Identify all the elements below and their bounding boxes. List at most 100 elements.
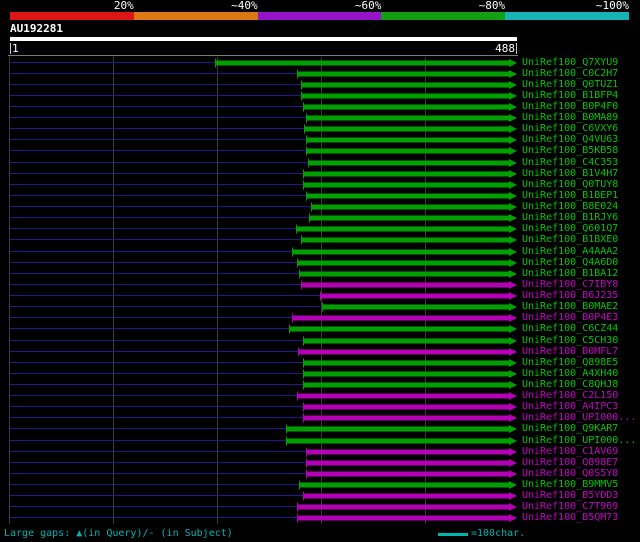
hit-label[interactable]: UniRef100_B8E024: [522, 202, 618, 212]
hit-label[interactable]: UniRef100_Q9KAR7: [522, 424, 618, 434]
hit-bar[interactable]: [291, 315, 509, 321]
identity-scale-labels: 20% ~40% ~60% ~80% ~100%: [10, 0, 629, 11]
hit-bar[interactable]: [286, 426, 509, 432]
right-axis-tick: [516, 43, 517, 54]
hit-bar[interactable]: [303, 415, 509, 421]
alignment-row: UniRef100_B0P4E3: [0, 313, 640, 324]
hit-bar[interactable]: [291, 249, 509, 255]
hit-bar[interactable]: [306, 137, 509, 143]
hit-label[interactable]: UniRef100_C0C2H7: [522, 68, 618, 79]
hit-label[interactable]: UniRef100_A4IPC3: [522, 402, 618, 412]
hit-label[interactable]: UniRef100_C2L150: [522, 391, 618, 401]
hit-start-tick: [303, 369, 304, 379]
hit-bar[interactable]: [321, 304, 509, 310]
hit-bar[interactable]: [297, 349, 509, 355]
hit-arrowhead: [509, 125, 517, 134]
hit-label[interactable]: UniRef100_Q898E5: [522, 357, 618, 368]
hit-bar[interactable]: [303, 182, 509, 188]
hit-label[interactable]: UniRef100_UPI000...: [522, 435, 636, 446]
hit-label[interactable]: UniRef100_B1V4H7: [522, 168, 618, 179]
hit-bar[interactable]: [296, 504, 509, 510]
hit-label[interactable]: UniRef100_B0MAE2: [522, 302, 618, 312]
hit-bar[interactable]: [296, 71, 509, 77]
hit-bar[interactable]: [303, 360, 509, 366]
hit-bar[interactable]: [306, 148, 509, 154]
hit-label[interactable]: UniRef100_B1BXE0: [522, 235, 618, 245]
hit-arrowhead: [509, 292, 517, 301]
hit-bar[interactable]: [300, 82, 509, 88]
hit-bar[interactable]: [306, 115, 509, 121]
hit-label[interactable]: UniRef100_C7IBY8: [522, 279, 618, 290]
hit-bar[interactable]: [296, 515, 509, 521]
hit-label[interactable]: UniRef100_B5KB58: [522, 146, 618, 156]
hit-label[interactable]: UniRef100_B5QM73: [522, 513, 618, 523]
hit-label[interactable]: UniRef100_C5CH30: [522, 335, 618, 346]
hit-start-tick: [306, 113, 308, 123]
hit-bar[interactable]: [303, 371, 509, 377]
hit-label[interactable]: UniRef100_B9MMV5: [522, 480, 618, 490]
hit-bar[interactable]: [309, 215, 509, 221]
alignment-row: UniRef100_B1V4H7: [0, 168, 640, 179]
hit-bar[interactable]: [303, 338, 509, 344]
hit-label[interactable]: UniRef100_C6VXY6: [522, 124, 618, 134]
hit-bar[interactable]: [303, 171, 509, 177]
hit-bar[interactable]: [296, 260, 509, 266]
hit-bar[interactable]: [306, 460, 509, 466]
hit-bar[interactable]: [306, 471, 509, 477]
hit-bar[interactable]: [296, 393, 509, 399]
hit-label[interactable]: UniRef100_Q4A6D0: [522, 257, 618, 268]
hit-label[interactable]: UniRef100_B1BFP4: [522, 90, 618, 101]
hit-bar[interactable]: [303, 404, 509, 410]
hit-label[interactable]: UniRef100_Q898E7: [522, 457, 618, 468]
hit-bar[interactable]: [300, 93, 509, 99]
alignment-row: UniRef100_B5KB58: [0, 146, 640, 157]
hit-start-tick: [291, 247, 293, 257]
hit-start-tick: [303, 169, 304, 179]
hit-label[interactable]: UniRef100_C6CZ44: [522, 324, 618, 334]
hit-label[interactable]: UniRef100_B0MA89: [522, 113, 618, 123]
hit-label[interactable]: UniRef100_B0MFL7: [522, 346, 618, 357]
hit-label[interactable]: UniRef100_B5YDD3: [522, 491, 618, 501]
hit-bar[interactable]: [289, 326, 509, 332]
hit-label[interactable]: UniRef100_B1RJY6: [522, 213, 618, 223]
hit-bar[interactable]: [306, 193, 509, 199]
hit-bar[interactable]: [303, 382, 509, 388]
hit-label[interactable]: UniRef100_B1BEP1: [522, 190, 618, 201]
hit-label[interactable]: UniRef100_B6J235: [522, 291, 618, 301]
identity-scale-label: ~60%: [354, 0, 382, 12]
hit-label[interactable]: UniRef100_Q7XYU9: [522, 57, 618, 68]
hit-start-tick: [304, 124, 306, 134]
hit-label[interactable]: UniRef100_C1AV69: [522, 446, 618, 457]
hit-label[interactable]: UniRef100_Q601Q7: [522, 224, 618, 234]
hit-bar[interactable]: [304, 126, 509, 132]
hit-bar[interactable]: [303, 493, 509, 499]
hit-bar[interactable]: [300, 282, 509, 288]
hit-label[interactable]: UniRef100_C7T969: [522, 502, 618, 512]
hit-bar[interactable]: [308, 160, 509, 166]
hit-bar[interactable]: [300, 237, 509, 243]
hit-label[interactable]: UniRef100_B1BA12: [522, 268, 618, 279]
hit-bar[interactable]: [306, 449, 509, 455]
hit-label[interactable]: UniRef100_B0P4E3: [522, 313, 618, 323]
hit-bar[interactable]: [298, 482, 509, 488]
hit-bar[interactable]: [298, 271, 509, 277]
hit-bar[interactable]: [295, 226, 509, 232]
hit-label[interactable]: UniRef100_C8QHJ8: [522, 379, 618, 390]
hit-bar[interactable]: [303, 104, 509, 110]
hit-bar[interactable]: [214, 60, 509, 66]
hit-arrowhead: [509, 58, 517, 67]
hit-bar[interactable]: [311, 204, 509, 210]
hit-label[interactable]: UniRef100_Q0S5Y8: [522, 468, 618, 479]
hit-label[interactable]: UniRef100_B0P4F0: [522, 102, 618, 112]
hit-arrowhead: [509, 80, 517, 89]
hit-start-tick: [306, 458, 308, 468]
hit-bar[interactable]: [319, 293, 509, 299]
hit-bar[interactable]: [286, 438, 509, 444]
hit-label[interactable]: UniRef100_A4AAA2: [522, 246, 618, 257]
hit-label[interactable]: UniRef100_UPI000...: [522, 413, 636, 423]
hit-label[interactable]: UniRef100_Q0TUY8: [522, 179, 618, 190]
hit-label[interactable]: UniRef100_A4XH40: [522, 368, 618, 379]
hit-label[interactable]: UniRef100_Q4VU63: [522, 135, 618, 145]
hit-label[interactable]: UniRef100_C4C353: [522, 157, 618, 168]
hit-label[interactable]: UniRef100_Q0TUZ1: [522, 79, 618, 90]
